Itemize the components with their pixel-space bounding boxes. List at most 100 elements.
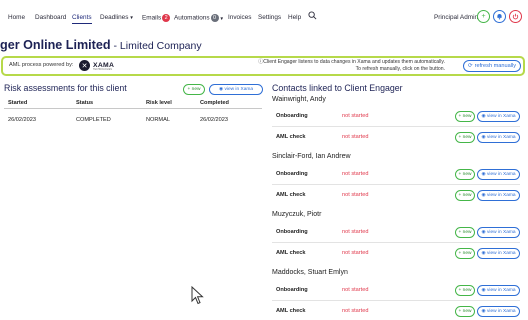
onboarding-view-in-xama-button[interactable]: ◉ view in Xama [477, 285, 520, 296]
eye-icon: ◉ [481, 230, 486, 235]
table-row[interactable]: 26/02/2023 COMPLETED NORMAL 26/02/2023 [4, 117, 262, 127]
notification-icon[interactable] [493, 10, 506, 23]
risk-section-title: Risk assessments for this client [4, 83, 127, 93]
view-label: view in Xama [487, 230, 516, 235]
nav-settings[interactable]: Settings [258, 14, 281, 21]
aml-new-button[interactable]: + new [455, 132, 475, 143]
risk-view-label: view in Xama [224, 87, 254, 92]
aml-view-in-xama-button[interactable]: ◉ view in Xama [477, 190, 520, 201]
risk-view-in-xama-button[interactable]: ◉ view in Xama [209, 84, 263, 95]
onboarding-new-button[interactable]: + new [455, 169, 475, 180]
chevron-down-icon: ▼ [129, 15, 134, 20]
banner-info-line2: To refresh manually, click on the button… [355, 66, 445, 72]
row-divider [272, 300, 520, 301]
check-status: not started [342, 113, 369, 119]
search-icon[interactable] [308, 11, 317, 22]
col-status: Status [76, 100, 94, 106]
cell-status: COMPLETED [76, 117, 111, 123]
nav-automations[interactable]: Automations 0 ▼ [174, 14, 224, 22]
onboarding-view-in-xama-button[interactable]: ◉ view in Xama [477, 111, 520, 122]
add-icon[interactable]: + [477, 10, 490, 23]
top-nav: Home Dashboard Clients Deadlines▼ Emails… [0, 0, 528, 36]
eye-icon: ◉ [481, 172, 486, 177]
onboarding-new-button[interactable]: + new [455, 111, 475, 122]
contacts-section-title: Contacts linked to Client Engager [272, 83, 403, 93]
contact-name: Muzyczuk, Piotr [272, 211, 322, 218]
check-status: not started [342, 192, 369, 198]
risk-table-header: Started Status Risk level Completed [4, 97, 262, 109]
aml-view-in-xama-button[interactable]: ◉ view in Xama [477, 306, 520, 317]
check-status: not started [342, 229, 369, 235]
row-divider [272, 242, 520, 243]
onboarding-new-button[interactable]: + new [455, 227, 475, 238]
eye-icon: ◉ [481, 193, 486, 198]
banner-info-text1: Client Engager listens to data changes i… [263, 59, 445, 65]
contact-name: Maddocks, Stuart Emlyn [272, 269, 348, 276]
col-risk-level: Risk level [146, 100, 172, 106]
view-label: view in Xama [487, 288, 516, 293]
col-completed: Completed [200, 100, 229, 106]
mouse-cursor-icon [191, 285, 205, 311]
page-title: ger Online Limited - Limited Company [0, 38, 202, 52]
page-subtitle: - Limited Company [110, 40, 202, 52]
nav-emails[interactable]: Emails 2 [142, 14, 171, 22]
onboarding-view-in-xama-button[interactable]: ◉ view in Xama [477, 227, 520, 238]
banner-info: ⓘClient Engager listens to data changes … [258, 59, 445, 73]
aml-new-button[interactable]: + new [455, 190, 475, 201]
nav-automations-label: Automations [174, 14, 210, 22]
nav-help[interactable]: Help [288, 14, 301, 21]
aml-new-button[interactable]: + new [455, 248, 475, 259]
power-icon[interactable] [509, 10, 522, 23]
view-label: view in Xama [487, 193, 516, 198]
view-label: view in Xama [487, 251, 516, 256]
xama-logo-icon: ✕ [79, 60, 90, 71]
check-label: Onboarding [276, 171, 308, 177]
nav-clients[interactable]: Clients [72, 14, 92, 24]
check-label: AML check [276, 250, 306, 256]
check-label: AML check [276, 308, 306, 314]
check-status: not started [342, 308, 369, 314]
check-label: AML check [276, 134, 306, 140]
aml-new-button[interactable]: + new [455, 306, 475, 317]
nav-dashboard[interactable]: Dashboard [35, 14, 66, 21]
view-label: view in Xama [487, 135, 516, 140]
check-status: not started [342, 134, 369, 140]
contact-name: Wainwright, Andy [272, 96, 326, 103]
risk-new-button[interactable]: + new [183, 84, 205, 95]
aml-view-in-xama-button[interactable]: ◉ view in Xama [477, 132, 520, 143]
xama-logo-tagline: TECHNOLOGIES [93, 68, 112, 71]
cell-risk-level: NORMAL [146, 117, 170, 123]
user-menu-label[interactable]: Principal Admin [434, 14, 478, 21]
nav-deadlines-label: Deadlines [100, 14, 129, 21]
check-status: not started [342, 171, 369, 177]
eye-icon: ◉ [481, 135, 486, 140]
nav-deadlines[interactable]: Deadlines▼ [100, 14, 134, 21]
view-label: view in Xama [487, 309, 516, 314]
eye-icon: ◉ [481, 251, 486, 256]
view-label: view in Xama [487, 114, 516, 119]
cell-completed: 26/02/2023 [200, 117, 228, 123]
cell-started: 26/02/2023 [8, 117, 36, 123]
chevron-down-icon: ▼ [219, 15, 224, 21]
onboarding-view-in-xama-button[interactable]: ◉ view in Xama [477, 169, 520, 180]
check-status: not started [342, 250, 369, 256]
nav-emails-label: Emails [142, 14, 162, 22]
view-label: view in Xama [487, 172, 516, 177]
onboarding-new-button[interactable]: + new [455, 285, 475, 296]
check-label: AML check [276, 192, 306, 198]
aml-view-in-xama-button[interactable]: ◉ view in Xama [477, 248, 520, 259]
eye-icon: ◉ [481, 114, 486, 119]
page-title-text: ger Online Limited [0, 38, 111, 52]
refresh-icon: ⟳ [467, 63, 473, 69]
row-divider [272, 184, 520, 185]
nav-home[interactable]: Home [8, 14, 25, 21]
check-label: Onboarding [276, 287, 308, 293]
refresh-manually-label: refresh manually [474, 63, 516, 69]
nav-invoices[interactable]: Invoices [228, 14, 251, 21]
col-started: Started [8, 100, 28, 106]
aml-banner: AML process powered by: ✕ XAMA TECHNOLOG… [1, 56, 525, 76]
refresh-manually-button[interactable]: ⟳ refresh manually [462, 60, 521, 72]
emails-count-badge: 2 [162, 14, 171, 22]
automations-count-badge: 0 [210, 14, 219, 22]
aml-powered-label: AML process powered by: [9, 62, 74, 68]
